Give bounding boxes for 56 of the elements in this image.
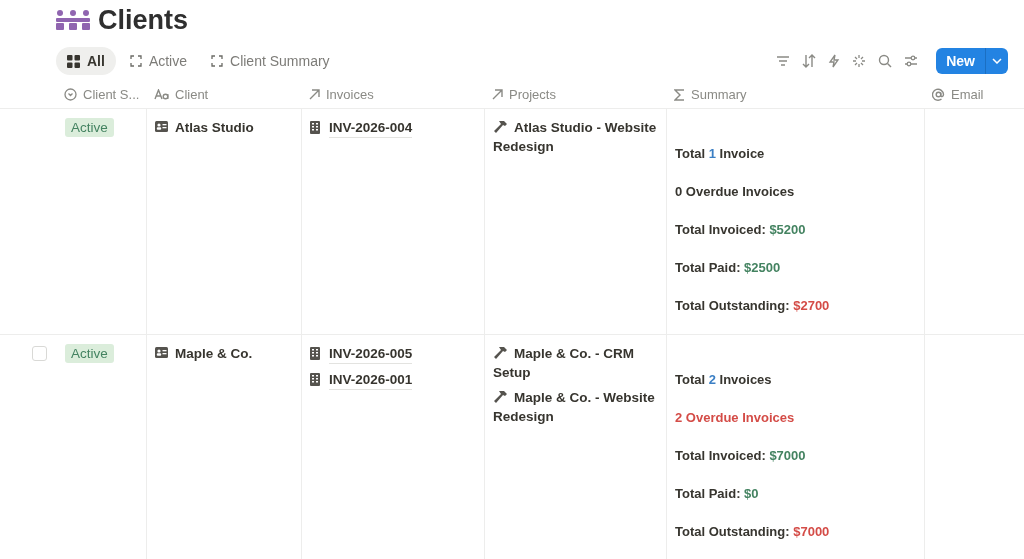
- building-icon: [310, 121, 320, 134]
- frame-icon: [211, 55, 223, 67]
- view-tab[interactable]: All: [56, 47, 116, 75]
- summary-line: Total Outstanding: $7000: [675, 523, 831, 541]
- row-checkbox[interactable]: [32, 346, 47, 361]
- contact-card-icon: [155, 121, 168, 132]
- lightning-icon[interactable]: [828, 54, 841, 68]
- invoice-link[interactable]: INV-2026-004: [329, 118, 413, 138]
- text-type-icon: [154, 89, 169, 100]
- column-header[interactable]: Projects: [509, 84, 556, 105]
- contact-card-icon: [155, 347, 168, 358]
- frame-icon: [129, 55, 142, 67]
- summary-line: Total 1 Invoice: [675, 145, 766, 163]
- project-link[interactable]: Atlas Studio - Website Redesign: [493, 118, 658, 156]
- building-icon: [310, 347, 320, 360]
- sigma-icon: [674, 88, 685, 101]
- at-icon: [932, 88, 945, 101]
- project-link[interactable]: Maple & Co. - CRM Setup: [493, 344, 658, 382]
- sort-icon[interactable]: [802, 54, 817, 68]
- building-icon: [310, 373, 320, 386]
- filter-icon[interactable]: [776, 55, 791, 67]
- column-header[interactable]: Client: [175, 84, 209, 105]
- summary-line: Total Paid: $0: [675, 485, 760, 503]
- project-link[interactable]: Maple & Co. - Website Redesign: [493, 388, 658, 426]
- column-header[interactable]: Summary: [691, 84, 747, 105]
- status-tag: Active: [65, 344, 114, 363]
- hammer-icon: [493, 346, 508, 360]
- summary-line: Total Invoiced: $7000: [675, 447, 807, 465]
- page-title: Clients: [98, 3, 189, 37]
- settings-icon[interactable]: [904, 55, 919, 67]
- arrow-icon: [492, 89, 503, 100]
- hammer-icon: [493, 120, 508, 134]
- summary-line: 2 Overdue Invoices: [675, 409, 796, 427]
- summary-line: 0 Overdue Invoices: [675, 183, 796, 201]
- view-tab[interactable]: Active: [119, 47, 197, 75]
- search-icon[interactable]: [878, 54, 893, 68]
- column-header[interactable]: Invoices: [326, 84, 374, 105]
- status-tag: Active: [65, 118, 114, 137]
- summary-line: Total 2 Invoices: [675, 371, 773, 389]
- summary-line: Total Outstanding: $2700: [675, 297, 831, 315]
- grid-icon: [67, 54, 80, 68]
- sparkle-icon[interactable]: [852, 54, 867, 68]
- chevron-down-icon: [992, 58, 1002, 64]
- invoice-link[interactable]: INV-2026-001: [329, 370, 413, 390]
- column-header[interactable]: Client S...: [83, 84, 140, 105]
- summary-line: Total Invoiced: $5200: [675, 221, 807, 239]
- client-name[interactable]: Atlas Studio: [175, 118, 254, 137]
- invoice-link[interactable]: INV-2026-005: [329, 344, 413, 364]
- client-name[interactable]: Maple & Co.: [175, 344, 253, 363]
- column-header[interactable]: Email: [951, 84, 984, 105]
- hammer-icon: [493, 390, 508, 404]
- status-icon: [64, 88, 77, 101]
- people-icon: [56, 9, 90, 31]
- arrow-icon: [309, 89, 320, 100]
- view-tab[interactable]: Client Summary: [201, 47, 340, 75]
- summary-line: Total Paid: $2500: [675, 259, 782, 277]
